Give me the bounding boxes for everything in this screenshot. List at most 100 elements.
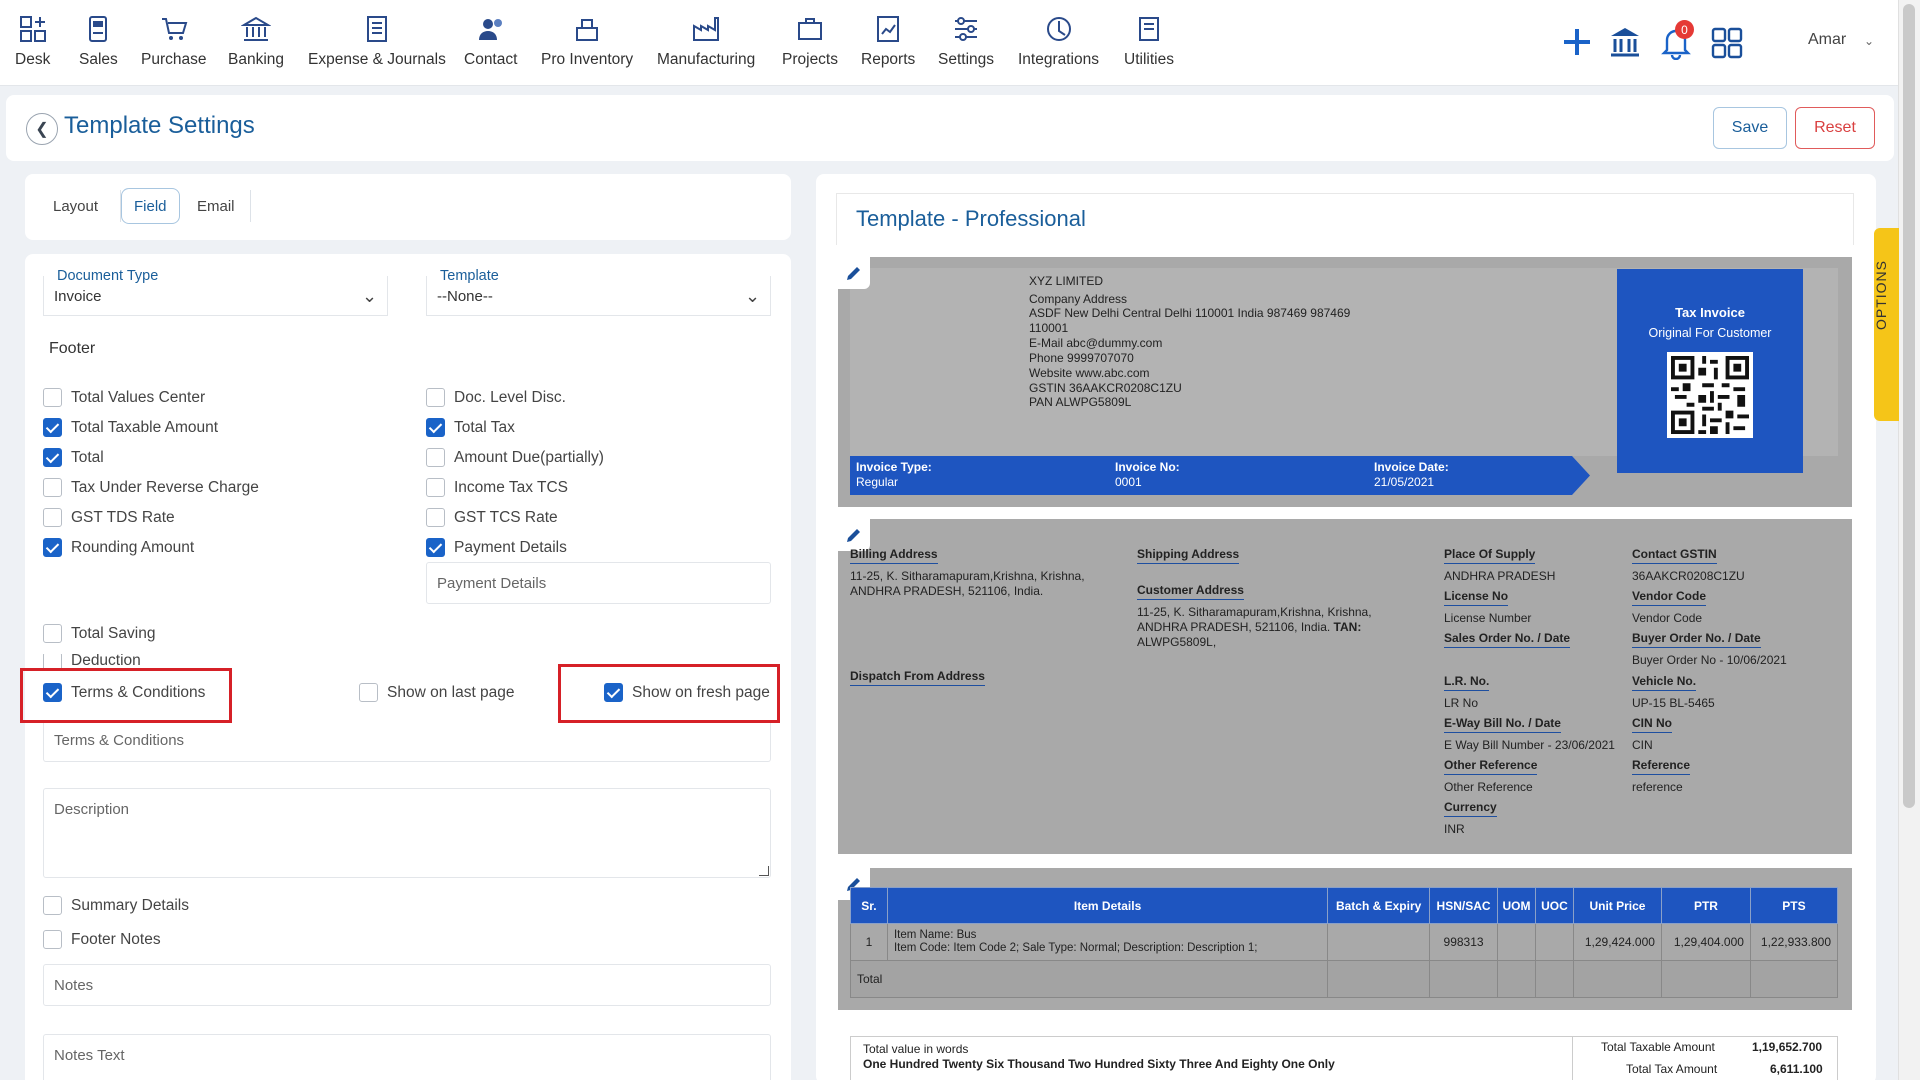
nav-projects[interactable]: Projects <box>782 14 838 69</box>
footer-option-checkbox[interactable]: Rounding Amount <box>43 538 194 557</box>
back-button[interactable]: ❮ <box>26 113 58 145</box>
nav-purchase[interactable]: Purchase <box>141 14 206 69</box>
footer-option-checkbox[interactable]: Total Taxable Amount <box>43 418 218 437</box>
footer-notes-checkbox[interactable]: Footer Notes <box>43 930 161 949</box>
table-row: 1 Item Name: Bus Item Code: Item Code 2; … <box>850 923 1839 961</box>
checkbox[interactable] <box>426 538 445 557</box>
footer-option-checkbox[interactable]: Total Tax <box>426 418 515 437</box>
customer-address-line-2: ANDHRA PRADESH, 521106, India. TAN: <box>1137 620 1361 634</box>
cell-total-label: Total <box>849 960 1329 998</box>
terms-conditions-field[interactable]: Terms & Conditions <box>43 720 771 762</box>
nav-expense-journals[interactable]: Expense & Journals <box>308 14 446 69</box>
customer-address-line-3: ALWPG5809L, <box>1137 635 1217 649</box>
checkbox-label: Payment Details <box>454 538 567 556</box>
deduction-checkbox[interactable]: Deduction <box>43 654 141 668</box>
footer-option-checkbox[interactable]: Doc. Level Disc. <box>426 388 566 407</box>
table-header-row: Sr. Item Details Batch & Expiry HSN/SAC … <box>850 887 1839 924</box>
footer-option-checkbox[interactable]: Income Tax TCS <box>426 478 568 497</box>
summary-details-checkbox[interactable]: Summary Details <box>43 896 189 915</box>
checkbox[interactable] <box>43 896 62 915</box>
total-saving-checkbox[interactable]: Total Saving <box>43 624 155 643</box>
detail-label: L.R. No. <box>1444 674 1490 691</box>
checkbox[interactable] <box>43 478 62 497</box>
nav-desk[interactable]: Desk <box>15 14 50 69</box>
notes-text-field[interactable]: Notes Text <box>43 1034 771 1080</box>
shipping-address-label: Shipping Address <box>1137 547 1240 564</box>
template-select[interactable]: --None-- <box>426 276 771 316</box>
nav-reports[interactable]: Reports <box>861 14 915 69</box>
col-hsn-sac: HSN/SAC <box>1429 887 1499 924</box>
nav-manufacturing[interactable]: Manufacturing <box>657 14 755 69</box>
detail-value: 36AAKCR0208C1ZU <box>1632 569 1745 583</box>
nav-settings[interactable]: Settings <box>938 14 994 69</box>
checkbox[interactable] <box>43 538 62 557</box>
footer-option-checkbox[interactable]: Total <box>43 448 104 467</box>
checkbox[interactable] <box>359 683 378 702</box>
taxable-amount-value: 1,19,652.700 <box>1752 1040 1823 1054</box>
notes-field[interactable]: Notes <box>43 964 771 1006</box>
resize-handle-icon[interactable] <box>759 866 769 876</box>
checkbox[interactable] <box>43 930 62 949</box>
detail-label: Vendor Code <box>1632 589 1707 606</box>
col-unit-price: Unit Price <box>1572 887 1662 924</box>
checkbox[interactable] <box>43 624 62 643</box>
checkbox[interactable] <box>426 388 445 407</box>
company-address-2: 110001 <box>1029 321 1069 335</box>
edit-pencil-icon[interactable] <box>838 257 870 289</box>
company-phone: Phone 9999707070 <box>1029 351 1134 366</box>
top-navigation: Desk Sales Purchase Banking Expense & Jo… <box>0 0 1898 86</box>
nav-banking[interactable]: Banking <box>228 14 284 69</box>
checkbox[interactable] <box>426 508 445 527</box>
add-icon[interactable] <box>1560 25 1594 59</box>
utilities-icon <box>1138 17 1159 41</box>
document-type-select[interactable]: Invoice <box>43 276 388 316</box>
checkbox-label: Tax Under Reverse Charge <box>71 478 259 496</box>
col-pts: PTS <box>1749 887 1839 924</box>
checkbox[interactable] <box>426 418 445 437</box>
detail-value: reference <box>1632 780 1683 794</box>
show-last-page-checkbox[interactable]: Show on last page <box>359 683 515 702</box>
reset-button[interactable]: Reset <box>1795 107 1875 149</box>
footer-option-checkbox[interactable]: Payment Details <box>426 538 567 557</box>
footer-option-checkbox[interactable]: Total Values Center <box>43 388 205 407</box>
checkbox[interactable] <box>43 388 62 407</box>
page-header: ❮ Template Settings Save Reset <box>6 95 1894 161</box>
bank-shortcut-icon[interactable] <box>1607 24 1643 60</box>
checkbox[interactable] <box>43 508 62 527</box>
chevron-down-icon[interactable]: ⌄ <box>1864 34 1874 48</box>
user-menu[interactable]: Amar <box>1808 31 1846 49</box>
cell-empty <box>1572 960 1662 998</box>
nav-contact[interactable]: Contact <box>464 14 517 69</box>
footer-option-checkbox[interactable]: GST TCS Rate <box>426 508 558 527</box>
scrollbar-thumb[interactable] <box>1903 4 1915 808</box>
description-textarea[interactable]: Description <box>43 788 771 878</box>
tab-layout[interactable]: Layout <box>41 188 110 224</box>
nav-label: Reports <box>861 51 916 68</box>
nav-sales[interactable]: Sales <box>79 14 118 69</box>
nav-integrations[interactable]: Integrations <box>1018 14 1099 69</box>
checkbox[interactable] <box>43 654 62 668</box>
detail-value: E Way Bill Number - 23/06/2021 <box>1444 738 1615 752</box>
checkbox[interactable] <box>43 448 62 467</box>
footer-option-checkbox[interactable]: Amount Due(partially) <box>426 448 604 467</box>
cell-hsn: 998313 <box>1429 923 1499 961</box>
tax-invoice-title: Tax Invoice <box>1675 305 1745 320</box>
nav-pro-inventory[interactable]: Pro Inventory <box>541 14 633 69</box>
payment-details-field[interactable]: Payment Details <box>426 562 771 604</box>
checkbox[interactable] <box>426 478 445 497</box>
tab-field[interactable]: Field <box>121 188 180 224</box>
save-button[interactable]: Save <box>1713 107 1787 149</box>
checkbox-label: Total Tax <box>454 418 515 436</box>
detail-label: Other Reference <box>1444 758 1538 775</box>
checkbox[interactable] <box>43 418 62 437</box>
tab-email[interactable]: Email <box>185 188 247 224</box>
checkbox-label: Show on last page <box>387 683 515 701</box>
checkbox[interactable] <box>426 448 445 467</box>
company-address-label: Company Address <box>1029 292 1128 306</box>
nav-utilities[interactable]: Utilities <box>1124 14 1174 69</box>
nav-label: Contact <box>464 51 518 68</box>
footer-option-checkbox[interactable]: Tax Under Reverse Charge <box>43 478 259 497</box>
integrations-icon <box>1046 17 1071 41</box>
footer-option-checkbox[interactable]: GST TDS Rate <box>43 508 175 527</box>
apps-grid-icon[interactable] <box>1710 26 1744 60</box>
